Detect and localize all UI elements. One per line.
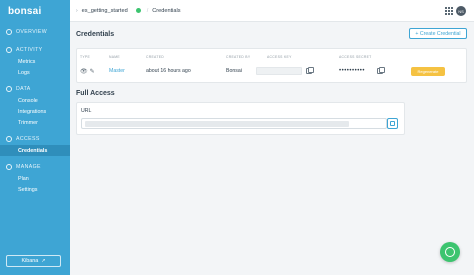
sidebar-section-label: DATA [16,86,31,92]
copy-access-key-icon[interactable] [306,67,314,74]
sidebar-section-access: ACCESS [0,133,70,145]
access-icon [6,136,12,142]
copy-access-secret-icon[interactable] [377,67,385,74]
credential-name-link[interactable]: Master [109,67,125,75]
regenerate-button[interactable]: Regenerate [411,67,445,76]
chevron-right-icon: › [76,7,78,14]
data-icon [6,86,12,92]
sidebar-item-console[interactable]: Console [0,95,70,106]
column-header-name: NAME [109,55,120,59]
sidebar-section-data: DATA [0,83,70,95]
column-header-created: CREATED [146,55,165,59]
access-key-value [256,67,302,75]
breadcrumb-separator: / [146,7,149,14]
credential-created: about 16 hours ago [146,68,191,74]
sidebar-item-overview[interactable]: OVERVIEW [0,26,70,38]
sidebar-item-settings[interactable]: Settings [0,184,70,195]
breadcrumb-cluster[interactable]: es_getting_started [82,8,128,14]
copy-url-button[interactable] [387,118,398,129]
eye-icon[interactable]: 👁 [80,68,88,75]
access-secret-value: •••••••••• [339,68,366,74]
page-title: Credentials [76,31,115,38]
create-credential-button[interactable]: + Create Credential [409,28,467,39]
pencil-icon[interactable]: ✎ [90,68,95,75]
sidebar-section-label: ACTIVITY [16,47,43,53]
kibana-button[interactable]: Kibana ↗ [6,255,61,267]
brand-logo[interactable]: bonsai [0,0,70,22]
external-link-icon: ↗ [41,258,46,264]
sidebar-item-trimmer[interactable]: Trimmer [0,117,70,128]
credentials-table [76,48,467,83]
url-field[interactable] [81,118,387,129]
apps-grid-icon[interactable] [445,7,453,15]
sidebar: bonsai OVERVIEW ACTIVITY Metrics Logs DA… [0,0,70,275]
section-title-full-access: Full Access [76,90,115,97]
sidebar-item-logs[interactable]: Logs [0,67,70,78]
main-content: Credentials + Create Credential TYPE NAM… [70,22,474,275]
credential-created-by: Bonsai [226,68,242,74]
activity-icon [6,47,12,53]
breadcrumb-page: Credentials [152,7,181,14]
overview-icon [6,29,12,35]
sidebar-section-manage: MANAGE [0,161,70,173]
column-header-access-key: ACCESS KEY [267,55,292,59]
url-masked-value [85,121,349,127]
help-chat-button[interactable] [440,242,460,262]
column-header-created-by: CREATED BY [226,55,251,59]
avatar[interactable]: NS [456,6,466,16]
sidebar-item-integrations[interactable]: Integrations [0,106,70,117]
manage-icon [6,164,12,170]
type-icons: 👁 ✎ [80,67,95,75]
sidebar-section-activity: ACTIVITY [0,44,70,56]
copy-icon [390,121,395,126]
sidebar-item-credentials[interactable]: Credentials [0,145,70,156]
chat-icon [445,247,455,257]
sidebar-section-label: OVERVIEW [16,29,48,35]
top-bar: › es_getting_started / Credentials NS [70,0,474,22]
sidebar-section-label: ACCESS [16,136,40,142]
sidebar-item-plan[interactable]: Plan [0,173,70,184]
sidebar-item-metrics[interactable]: Metrics [0,56,70,67]
column-header-type: TYPE [80,55,91,59]
url-label: URL [81,108,92,114]
cluster-status-icon [135,8,141,13]
kibana-label: Kibana [21,258,39,264]
column-header-access-secret: ACCESS SECRET [339,55,372,59]
sidebar-section-label: MANAGE [16,164,41,170]
